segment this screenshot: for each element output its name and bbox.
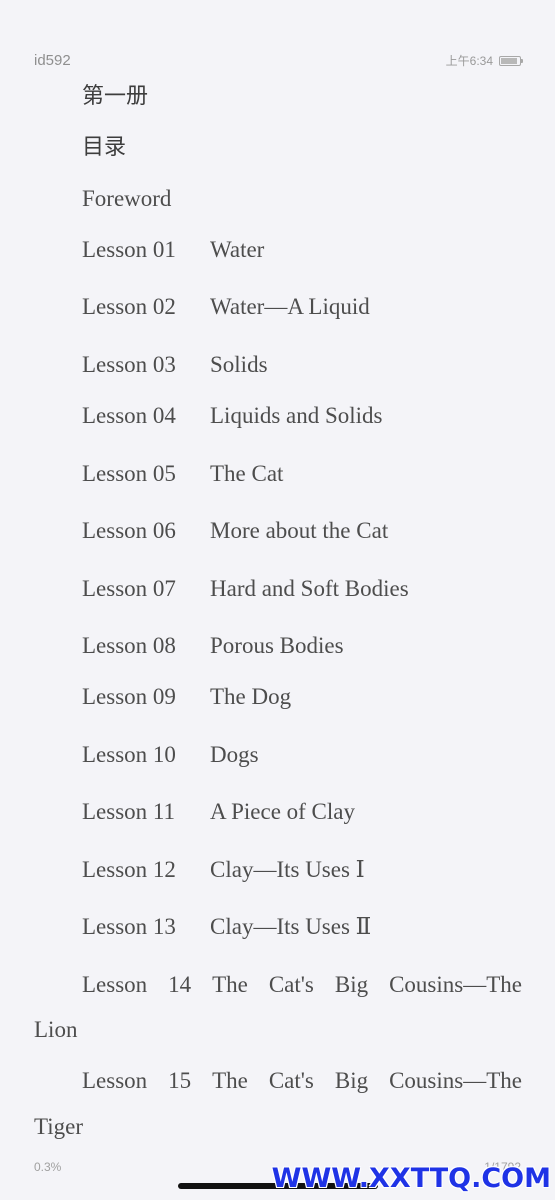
toc-item-lesson[interactable]: Lesson 13 Clay—Its Uses Ⅱ	[82, 913, 522, 941]
lesson-title: Solids	[210, 352, 268, 377]
word: Cousins—The	[389, 1068, 522, 1093]
word: Big	[334, 972, 369, 997]
toc-item-lesson[interactable]: Lesson 05 The Cat	[82, 460, 522, 488]
word: Cat's	[268, 972, 314, 997]
lesson-title: Clay—Its Uses Ⅰ	[210, 857, 365, 882]
toc-item-lesson[interactable]: Lesson 07 Hard and Soft Bodies	[82, 575, 522, 603]
word: 14	[168, 972, 192, 997]
word: Lesson	[82, 972, 148, 997]
toc-item-lesson[interactable]: Lesson 06 More about the Cat	[82, 517, 522, 545]
lesson-title: More about the Cat	[210, 518, 389, 543]
word: The	[212, 1068, 248, 1093]
toc-item-lesson[interactable]: Lesson 01 Water	[82, 236, 522, 264]
toc-item-foreword[interactable]: Foreword	[82, 185, 171, 213]
reading-progress: 0.3%	[34, 1160, 62, 1174]
lesson-number: Lesson 02	[82, 294, 176, 319]
toc-item-lesson[interactable]: Lesson 08 Porous Bodies	[82, 632, 522, 660]
lesson-number: Lesson 01	[82, 237, 176, 262]
lesson-title: Water—A Liquid	[210, 294, 370, 319]
lesson-title: Dogs	[210, 742, 259, 767]
word: Cat's	[268, 1068, 314, 1093]
toc-item-lesson[interactable]: Lesson 04 Liquids and Solids	[82, 402, 522, 430]
lesson-title: The Cat	[210, 461, 284, 486]
lesson-title: Hard and Soft Bodies	[210, 576, 409, 601]
lesson-number: Lesson 04	[82, 403, 176, 428]
toc-item-lesson[interactable]: Lesson 11 A Piece of Clay	[82, 798, 522, 826]
volume-title: 第一册	[82, 84, 149, 109]
toc-item-lesson[interactable]: Lesson 12 Clay—Its Uses Ⅰ	[82, 856, 522, 884]
lesson-title: Clay—Its Uses Ⅱ	[210, 914, 372, 939]
toc-item-lesson[interactable]: Lesson 09 The Dog	[82, 683, 522, 711]
lesson-title: Water	[210, 237, 265, 262]
lesson-title: The Dog	[210, 684, 292, 709]
site-watermark: WWW.XXTTQ.COM	[271, 1163, 551, 1194]
toc-item-lesson[interactable]: Lesson 10 Dogs	[82, 741, 522, 769]
word: Big	[334, 1068, 369, 1093]
lesson-number: Lesson 09	[82, 684, 176, 709]
word: The	[212, 972, 248, 997]
lesson-number: Lesson 12	[82, 857, 176, 882]
lesson-number: Lesson 06	[82, 518, 176, 543]
lesson-number: Lesson 13	[82, 914, 176, 939]
lesson-number: Lesson 05	[82, 461, 176, 486]
word: 15	[168, 1068, 192, 1093]
lesson-title: Liquids and Solids	[210, 403, 383, 428]
lesson-number: Lesson 08	[82, 633, 176, 658]
lesson-number: Lesson 11	[82, 799, 176, 824]
lesson-number: Lesson 03	[82, 352, 176, 377]
toc-item-lesson[interactable]: Lesson 02 Water—A Liquid	[82, 293, 522, 321]
toc-item-lesson[interactable]: Lesson 03 Solids	[82, 351, 522, 379]
word: Lesson	[82, 1068, 148, 1093]
word: Cousins—The	[389, 972, 522, 997]
lesson-number: Lesson 10	[82, 742, 176, 767]
lesson-number: Lesson 07	[82, 576, 176, 601]
lesson-title: Porous Bodies	[210, 633, 344, 658]
lesson-title: A Piece of Clay	[210, 799, 355, 824]
toc-item-lesson-14-continued[interactable]: Lion	[34, 1016, 77, 1044]
toc-heading: 目录	[82, 135, 127, 160]
toc-item-lesson-15[interactable]: Lesson 15 The Cat's Big Cousins—The	[82, 1067, 522, 1095]
toc-item-lesson-14[interactable]: Lesson 14 The Cat's Big Cousins—The	[82, 971, 522, 999]
toc-item-lesson-15-continued[interactable]: Tiger	[34, 1113, 83, 1141]
reader-page[interactable]: 第一册 目录 Foreword Lesson 01 Water Lesson 02…	[0, 0, 555, 1150]
